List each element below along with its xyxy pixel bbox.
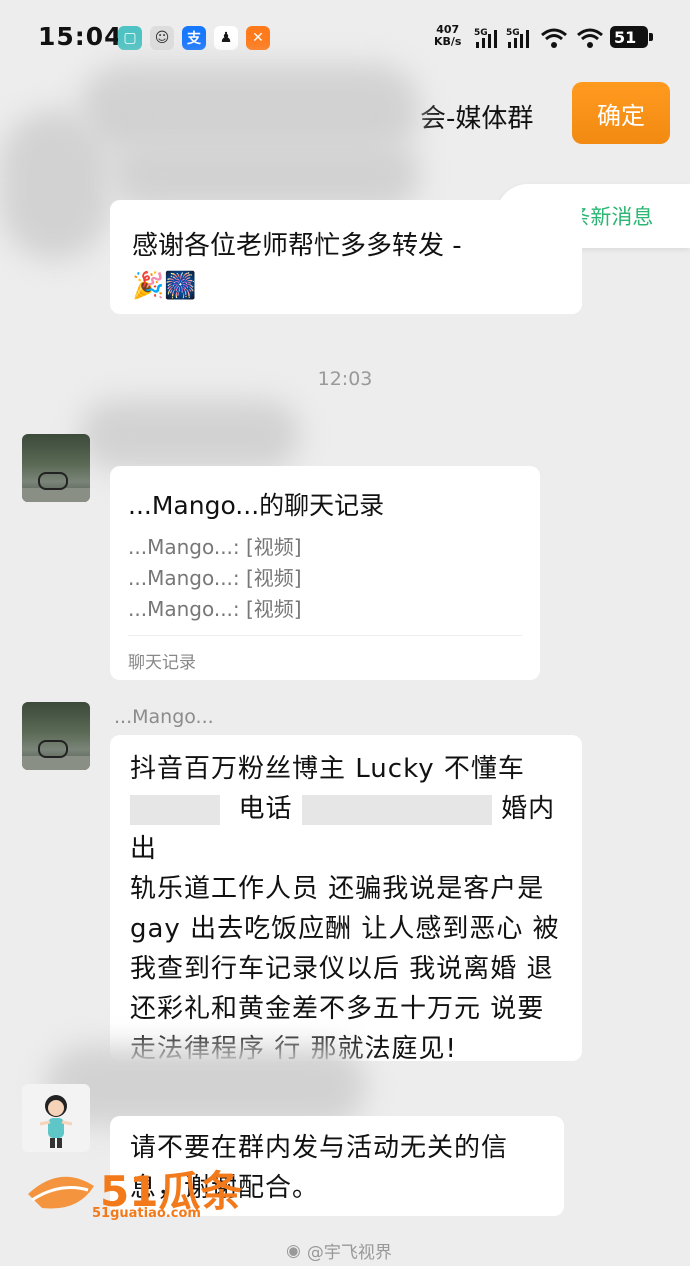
signal-icon: 5G — [506, 26, 536, 54]
cartoon-avatar-icon — [39, 1095, 73, 1148]
avatar[interactable] — [22, 434, 90, 502]
message-emoji: 🎉🎆 — [132, 271, 197, 301]
chat-record-label: 聊天记录 — [128, 653, 196, 673]
redacted-text — [301, 794, 492, 825]
redacted-text — [130, 794, 220, 825]
wifi-icon — [576, 26, 604, 54]
message-bubble[interactable]: 抖音百万粉丝博主 Lucky 不懂车 电话 婚内出 轨乐道工作人员 还骗我说是客… — [110, 735, 582, 1064]
message-text: 感谢各位老师帮忙多多转发 - — [132, 231, 462, 261]
svg-text:5G: 5G — [506, 28, 520, 38]
alipay-icon: 支 — [182, 26, 206, 50]
message-line: 抖音百万粉丝博主 Lucky 不懂车 — [130, 754, 525, 784]
message-bubble[interactable]: 感谢各位老师帮忙多多转发 - 🎉🎆 — [110, 200, 582, 314]
chat-record-title: ...Mango...的聊天记录 — [128, 491, 385, 520]
svg-text:5G: 5G — [474, 28, 488, 38]
message-line: 电话 婚内出 — [130, 794, 556, 864]
avatar-icon: ☺ — [150, 26, 174, 50]
message-timestamp: 12:03 — [317, 368, 373, 390]
chat-record-line: ...Mango...: [视频] — [128, 597, 302, 621]
app-icon: ✕ — [246, 26, 270, 50]
divider — [128, 635, 522, 636]
chat-record-line: ...Mango...: [视频] — [128, 566, 302, 590]
battery-icon: 51 — [610, 26, 653, 48]
avatar[interactable] — [22, 702, 90, 770]
weibo-watermark: ◉ @宇飞视界 — [286, 1240, 392, 1264]
chat-record-card[interactable]: ...Mango...的聊天记录 ...Mango...: [视频] ...Ma… — [110, 466, 540, 680]
blurred-region — [80, 400, 300, 470]
chat-record-line: ...Mango...: [视频] — [128, 535, 302, 559]
group-title: 会-媒体群 — [420, 104, 534, 134]
wifi-icon — [540, 26, 568, 54]
clock: 15:04 — [38, 22, 123, 51]
weibo-icon: ◉ — [286, 1240, 301, 1261]
qq-icon: ♟ — [214, 26, 238, 50]
app-icon: ▢ — [118, 26, 142, 50]
blurred-region — [46, 1046, 366, 1126]
avatar[interactable] — [22, 1084, 90, 1152]
confirm-button[interactable]: 确定 — [572, 82, 670, 144]
sender-name: ...Mango... — [114, 706, 214, 728]
network-speed: 407 KB/s — [434, 23, 462, 48]
message-text: 轨乐道工作人员 还骗我说是客户是gay 出去吃饭应酬 让人感到恶心 被我查到行车… — [130, 874, 560, 1064]
blurred-region — [0, 110, 110, 260]
watermark-url: 51guatiao.com — [92, 1206, 201, 1221]
notification-icons: ▢ ☺ 支 ♟ ✕ — [118, 26, 270, 50]
signal-icon: 5G — [474, 26, 504, 54]
